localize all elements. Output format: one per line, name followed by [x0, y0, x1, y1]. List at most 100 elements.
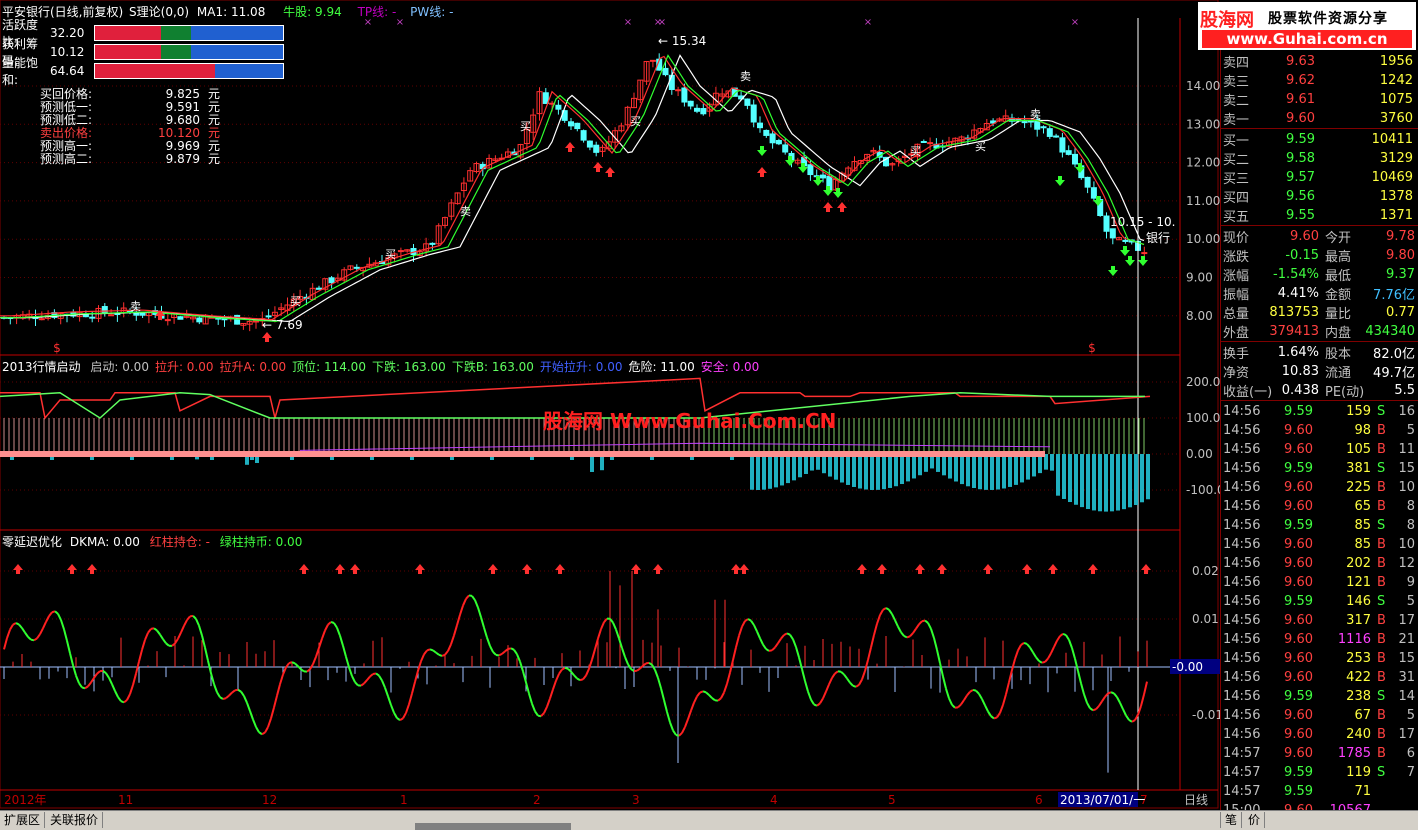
panel3-osc [418, 661, 421, 670]
indicator-bar [94, 63, 284, 79]
panel3-osc [322, 631, 325, 639]
candle-body [1110, 229, 1115, 238]
quote-cell: S [1377, 765, 1385, 780]
panel3-osc [742, 621, 745, 627]
quote-price: 9.63 [1261, 54, 1315, 69]
axis-label-panel2: -100.00 [1186, 483, 1220, 497]
pw-label: PW线: - [410, 5, 453, 19]
tick-price: 9.60 [1261, 613, 1313, 628]
quote-cell: 14:56 [1223, 556, 1260, 571]
panel3-osc [829, 678, 832, 684]
candle-body [1047, 129, 1052, 137]
axis-label-main: 13.00 [1186, 117, 1220, 131]
logo-url: www.Guhai.com.cn [1202, 30, 1412, 48]
tick-volume: 253 [1315, 651, 1371, 666]
panel2-neg-bar [840, 454, 844, 483]
tab-tick[interactable]: 笔 [1220, 812, 1242, 828]
panel3-osc [364, 680, 367, 683]
panel2-item: 安全: 0.00 [701, 360, 760, 374]
panel3-osc [466, 595, 469, 598]
tick-count: 12 [1393, 556, 1415, 571]
panel3-osc [511, 648, 514, 650]
panel3-osc [790, 635, 793, 640]
panel3-osc [1132, 720, 1135, 722]
panel3-osc [547, 698, 550, 706]
candle-body [770, 134, 775, 143]
tab-related-quote[interactable]: 关联报价 [46, 812, 103, 828]
panel2-neg-bar [894, 454, 898, 486]
quote-cell: B [1377, 480, 1386, 495]
panel3-osc [241, 692, 244, 696]
tick-row: 14:569.60121B9 [1221, 573, 1418, 591]
panel3-osc [151, 628, 154, 629]
panel3-osc [700, 691, 703, 692]
candle-body [695, 108, 700, 111]
panel3-osc [1048, 653, 1051, 658]
tick-volume: 67 [1315, 708, 1371, 723]
quote-cell: B [1377, 537, 1386, 552]
tick-volume: 85 [1315, 518, 1371, 533]
panel3-osc [28, 637, 31, 640]
panel3-osc [832, 673, 835, 678]
panel3-osc [115, 691, 118, 697]
panel2-neg-bar [948, 454, 952, 479]
quote-separator [1221, 128, 1418, 129]
panel3-osc [895, 620, 898, 626]
panel2-item: 顶位: 114.00 [292, 360, 366, 374]
stock-tag: 银行 [1146, 231, 1170, 245]
panel2-neg-bar [1008, 454, 1012, 487]
candle-body [928, 143, 933, 144]
quote-panel: 卖四9.631956卖三9.621242卖二9.611075卖一9.603760… [1220, 50, 1418, 810]
panel2-neg-bar [1110, 454, 1114, 511]
candle-body [254, 321, 259, 322]
candle-body [317, 288, 322, 289]
candle-body [650, 60, 655, 61]
stat-value: 813753 [1257, 305, 1319, 320]
panel3-osc [127, 694, 130, 700]
trade-mark: 卖 [740, 70, 751, 83]
panel2-neg-bar [870, 454, 874, 490]
panel2-neg-bar [984, 454, 988, 490]
panel3-osc [325, 625, 328, 631]
panel3-osc [961, 700, 964, 704]
panel3-osc [1144, 682, 1147, 695]
panel3-osc [61, 620, 64, 629]
quote-cell: 量比 [1325, 303, 1351, 322]
panel2-item: 拉升: 0.00 [155, 360, 214, 374]
axis-label-main: 8.00 [1186, 309, 1213, 323]
quote-cell: B [1377, 556, 1386, 571]
quote-cell: 14:56 [1223, 442, 1260, 457]
candle-body [581, 131, 586, 140]
panel3-osc [877, 615, 880, 624]
up-arrow [823, 202, 833, 212]
quote-cell: S [1377, 594, 1385, 609]
quote-cell: S [1377, 404, 1385, 419]
panel3-osc [721, 693, 724, 699]
quote-cell: B [1377, 708, 1386, 723]
tab-price[interactable]: 价 [1244, 812, 1265, 828]
quote-cell: 14:56 [1223, 480, 1260, 495]
panel2-neg-bar [978, 454, 982, 489]
stat-value: 9.37 [1361, 267, 1415, 282]
panel3-osc [457, 615, 460, 625]
tick-row: 14:569.60253B15 [1221, 649, 1418, 667]
panel3-osc [793, 639, 796, 647]
quote-separator [1221, 225, 1418, 226]
stat-value: 82.0亿 [1361, 343, 1415, 362]
panel3-osc [874, 624, 877, 635]
panel3-osc [400, 718, 403, 720]
panel3-osc [787, 633, 790, 634]
tick-price: 9.59 [1261, 404, 1313, 419]
panel2-neg-bar [900, 454, 904, 484]
quote-price: 9.61 [1261, 92, 1315, 107]
panel3-osc [382, 680, 385, 687]
panel2-neg-bar [1026, 454, 1030, 480]
quote-price: 9.56 [1261, 189, 1315, 204]
panel3-osc [772, 647, 775, 650]
panel3-osc [349, 667, 352, 676]
tick-price: 9.60 [1261, 499, 1313, 514]
tick-row: 14:569.60225B10 [1221, 478, 1418, 496]
quote-volume: 1371 [1321, 208, 1413, 223]
candle-body [197, 318, 202, 322]
tab-extend[interactable]: 扩展区 [0, 812, 45, 828]
